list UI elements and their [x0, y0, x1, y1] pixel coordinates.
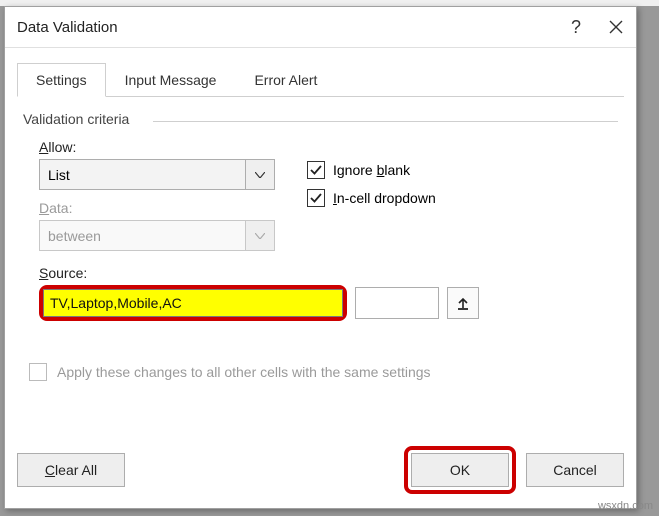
data-validation-dialog: Data Validation ? Settings Input Message…: [4, 6, 637, 509]
checkbox-icon: [307, 161, 325, 179]
allow-label: Allow:: [39, 139, 277, 155]
cancel-button[interactable]: Cancel: [526, 453, 624, 487]
chevron-down-icon: [255, 233, 265, 239]
collapse-dialog-icon: [456, 296, 470, 310]
dialog-footer: Clear All OK Cancel: [5, 444, 636, 508]
titlebar: Data Validation ?: [5, 7, 636, 48]
ok-button[interactable]: OK: [411, 453, 509, 487]
tab-settings[interactable]: Settings: [17, 63, 106, 97]
tab-bar: Settings Input Message Error Alert: [17, 62, 624, 97]
ok-highlight: OK: [404, 446, 516, 494]
allow-select[interactable]: List: [39, 159, 275, 190]
apply-checkbox: [29, 363, 47, 381]
checkmark-icon: [310, 164, 322, 176]
data-label: Data:: [39, 200, 277, 216]
ignore-blank-checkbox[interactable]: Ignore blank: [307, 161, 436, 179]
tab-input-message[interactable]: Input Message: [106, 63, 236, 97]
tab-error-alert[interactable]: Error Alert: [235, 63, 336, 97]
data-value: between: [40, 228, 245, 244]
checkbox-icon: [307, 189, 325, 207]
chevron-down-icon: [255, 172, 265, 178]
apply-label: Apply these changes to all other cells w…: [57, 364, 431, 380]
close-button[interactable]: [596, 7, 636, 47]
source-highlight: TV,Laptop,Mobile,AC: [39, 285, 347, 321]
source-label: Source:: [39, 265, 614, 281]
validation-criteria-label: Validation criteria: [23, 111, 618, 127]
watermark: wsxdn.com: [598, 500, 653, 512]
close-icon: [609, 20, 623, 34]
source-overflow[interactable]: [355, 287, 439, 319]
checkmark-icon: [310, 192, 322, 204]
in-cell-dropdown-checkbox[interactable]: In-cell dropdown: [307, 189, 436, 207]
data-dropdown-button: [245, 221, 274, 250]
ignore-blank-label: Ignore blank: [333, 162, 410, 178]
help-button[interactable]: ?: [556, 7, 596, 47]
allow-value: List: [40, 167, 245, 183]
range-select-button[interactable]: [447, 287, 479, 319]
clear-all-button[interactable]: Clear All: [17, 453, 125, 487]
source-input[interactable]: TV,Laptop,Mobile,AC: [43, 289, 343, 317]
allow-dropdown-button[interactable]: [245, 160, 274, 189]
in-cell-dropdown-label: In-cell dropdown: [333, 190, 436, 206]
dialog-title: Data Validation: [17, 19, 556, 36]
data-select: between: [39, 220, 275, 251]
